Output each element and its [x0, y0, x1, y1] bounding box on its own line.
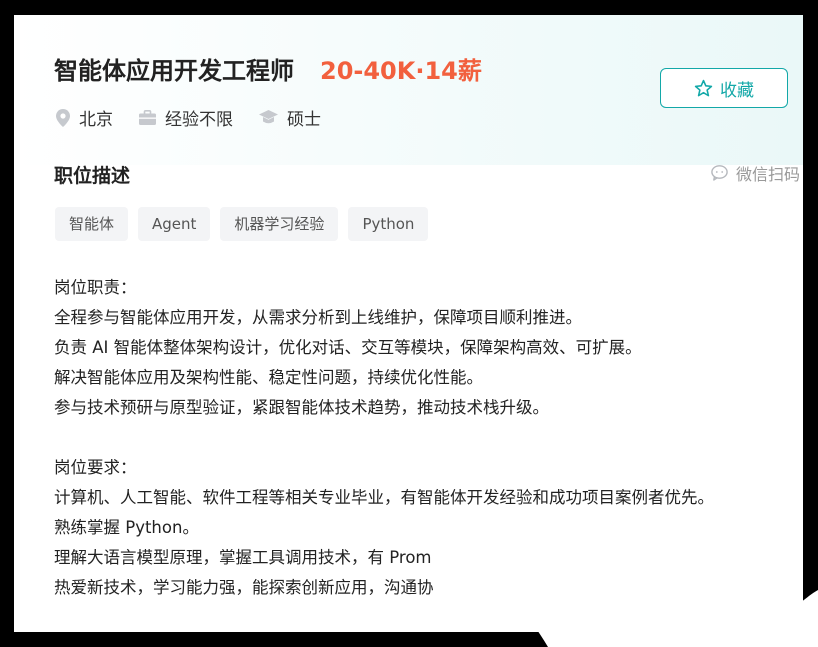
skill-tag: 机器学习经验	[220, 207, 339, 241]
skill-tag: Python	[348, 207, 429, 241]
briefcase-icon	[139, 110, 156, 125]
meta-location: 北京	[56, 105, 113, 130]
favorite-label: 收藏	[720, 80, 754, 101]
requirements-heading: 岗位要求：	[54, 458, 137, 477]
favorite-button[interactable]: 收藏	[660, 68, 788, 108]
job-meta: 北京 经验不限 硕士	[56, 105, 347, 130]
job-description-text: 岗位职责： 全程参与智能体应用开发，从需求分析到上线维护，保障项目顺利推进。 负…	[54, 273, 794, 603]
requirement-item: 计算机、人工智能、软件工程等相关专业毕业，有智能体开发经验和成功项目案例者优先。	[54, 488, 714, 507]
title-row: 智能体应用开发工程师 20-40K·14薪	[54, 51, 482, 86]
star-icon	[694, 79, 713, 96]
duties-heading: 岗位职责：	[54, 278, 137, 297]
job-detail-panel: 智能体应用开发工程师 20-40K·14薪 北京 经验不限 硕士 收藏 职位描述…	[14, 15, 803, 632]
skill-tag: 智能体	[55, 207, 129, 241]
duty-item: 负责 AI 智能体整体架构设计，优化对话、交互等模块，保障架构高效、可扩展。	[54, 338, 642, 357]
duty-item: 参与技术预研与原型验证，紧跟智能体技术趋势，推动技术栈升级。	[54, 398, 549, 417]
skill-tags: 智能体 Agent 机器学习经验 Python	[55, 207, 438, 241]
location-text: 北京	[79, 110, 113, 130]
wechat-label: 微信扫码	[736, 165, 801, 184]
section-title: 职位描述	[54, 165, 131, 187]
wechat-scan[interactable]: 微信扫码	[711, 161, 800, 185]
requirement-item: 理解大语言模型原理，掌握工具调用技术，有 Prom	[54, 548, 432, 567]
education-text: 硕士	[287, 110, 321, 130]
chat-bubble-icon	[711, 165, 728, 181]
duty-item: 全程参与智能体应用开发，从需求分析到上线维护，保障项目顺利推进。	[54, 308, 582, 327]
requirement-item: 熟练掌握 Python。	[54, 518, 199, 537]
requirement-item: 热爱新技术，学习能力强，能探索创新应用，沟通协	[54, 578, 434, 597]
salary: 20-40K·14薪	[320, 57, 482, 85]
duty-item: 解决智能体应用及架构性能、稳定性问题，持续优化性能。	[54, 368, 483, 387]
meta-education: 硕士	[259, 105, 321, 130]
skill-tag: Agent	[138, 207, 211, 241]
location-pin-icon	[56, 108, 70, 127]
graduation-cap-icon	[259, 110, 278, 124]
job-title: 智能体应用开发工程师	[54, 57, 294, 85]
experience-text: 经验不限	[165, 110, 233, 130]
meta-experience: 经验不限	[139, 105, 233, 130]
